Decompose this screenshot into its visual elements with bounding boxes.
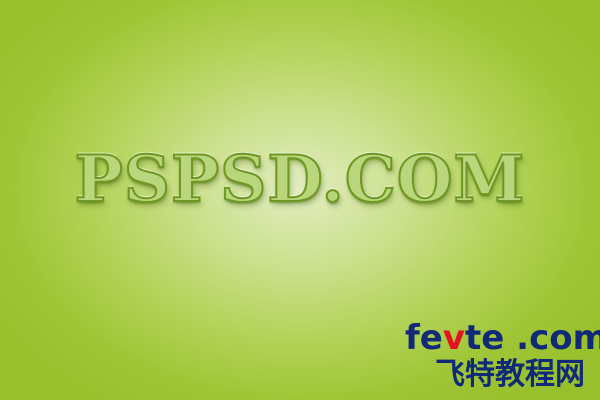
watermark-domain-part2: te .com	[465, 318, 600, 358]
watermark-chinese-name: 飞特教程网	[435, 357, 585, 392]
image-canvas: PSPSD.COM fevte .com 飞特教程网	[0, 0, 600, 400]
watermark-logo: fevte .com 飞特教程网	[395, 318, 600, 396]
watermark-domain-accent: v	[442, 318, 466, 358]
watermark-domain: fevte .com	[405, 318, 600, 358]
headline-text: PSPSD.COM	[74, 141, 526, 218]
watermark-domain-part1: fe	[405, 318, 443, 358]
